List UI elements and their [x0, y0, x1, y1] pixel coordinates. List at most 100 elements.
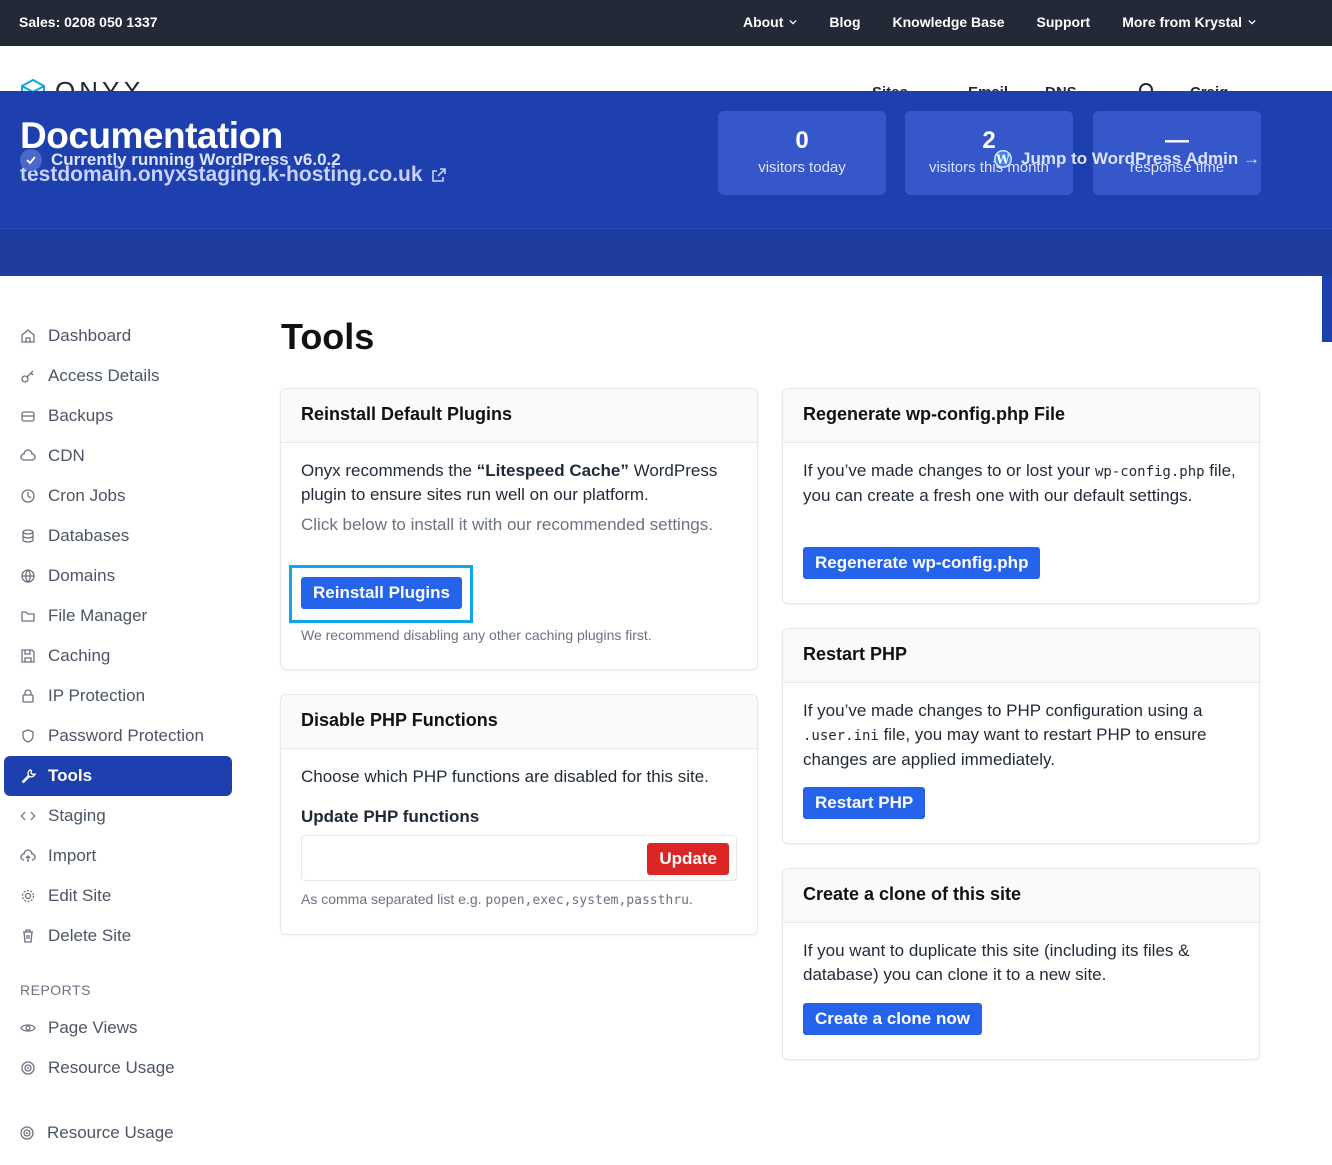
- sidebar-item-label: Import: [48, 846, 97, 865]
- chevron-down-icon: [789, 19, 798, 25]
- php-functions-field: Update: [301, 835, 737, 881]
- trash-icon: [23, 929, 33, 943]
- hint-code: popen,exec,system,passthru: [485, 893, 689, 908]
- eye-icon: [20, 1024, 36, 1032]
- reinstall-text-pre: Onyx recommends the: [301, 461, 477, 480]
- sidebar-item-label: Backups: [48, 406, 114, 425]
- sidebar-item-dashboard[interactable]: Dashboard: [4, 316, 232, 356]
- stat-value: 0: [795, 127, 809, 154]
- stat-visitors-today: 0 visitors today: [718, 111, 886, 195]
- php-functions-description: Choose which PHP functions are disabled …: [301, 767, 709, 786]
- sidebar-item-label: Resource Usage: [47, 1123, 174, 1142]
- update-php-functions-button[interactable]: Update: [647, 843, 729, 875]
- sidebar-item-label: Cron Jobs: [48, 486, 126, 505]
- wrench-icon: [21, 769, 36, 784]
- folder-icon: [21, 611, 35, 622]
- reinstall-description: Onyx recommends the “Litespeed Cache” Wo…: [301, 459, 737, 507]
- gear-icon: [21, 889, 35, 903]
- card-body: Choose which PHP functions are disabled …: [281, 749, 757, 829]
- code-icon: [20, 811, 36, 821]
- svg-text:W: W: [995, 153, 1010, 167]
- sidebar-item-label: File Manager: [48, 606, 148, 625]
- sidebar-item-resource-usage[interactable]: Resource Usage: [4, 1048, 232, 1088]
- nav-support[interactable]: Support: [1037, 14, 1091, 30]
- wpconfig-description: If you’ve made changes to or lost your w…: [803, 459, 1239, 508]
- card-body: Onyx recommends the “Litespeed Cache” Wo…: [281, 443, 757, 537]
- reinstall-plugins-card: Reinstall Default Plugins Onyx recommend…: [280, 388, 758, 670]
- restart-php-button[interactable]: Restart PHP: [803, 787, 926, 819]
- site-hero: Documentation testdomain.onyxstaging.k-h…: [0, 91, 1332, 276]
- database-icon: [22, 529, 34, 543]
- globe-icon: [21, 569, 35, 583]
- nav-knowledge-base[interactable]: Knowledge Base: [893, 14, 1005, 30]
- wordpress-admin-link[interactable]: W Jump to WordPress Admin →: [993, 149, 1260, 169]
- create-clone-button[interactable]: Create a clone now: [803, 1003, 982, 1035]
- check-icon: [20, 149, 42, 171]
- sidebar-item-import[interactable]: Import: [4, 836, 232, 876]
- sidebar-item-label: Databases: [48, 526, 130, 545]
- nav-about[interactable]: About: [742, 14, 798, 30]
- chevron-down-icon: [1248, 19, 1256, 25]
- scrollbar-thumb[interactable]: [1322, 276, 1332, 342]
- wordpress-admin-label: Jump to WordPress Admin →: [1021, 149, 1260, 168]
- sales-phone[interactable]: Sales: 0208 050 1337: [19, 14, 158, 30]
- card-title: Restart PHP: [783, 629, 1259, 683]
- sidebar-item-label: Staging: [48, 806, 106, 825]
- reports-header: REPORTS: [20, 982, 91, 998]
- php-functions-label: Update PHP functions: [301, 807, 480, 826]
- wordpress-version-text: Currently running WordPress v6.0.2: [51, 150, 341, 169]
- restart-php-card: Restart PHP If you’ve made changes to PH…: [782, 628, 1260, 844]
- nav-blog[interactable]: Blog: [829, 14, 860, 30]
- disable-php-functions-card: Disable PHP Functions Choose which PHP f…: [280, 694, 758, 935]
- sidebar-item-label: Tools: [48, 766, 93, 785]
- sidebar-item-edit-site[interactable]: Edit Site: [4, 876, 232, 916]
- stat-label: visitors today: [758, 159, 846, 176]
- sidebar-item-label: IP Protection: [48, 686, 146, 705]
- nav-more-label: More from Krystal: [1122, 14, 1242, 30]
- wpconfig-text-pre: If you’ve made changes to or lost your: [803, 461, 1095, 480]
- external-link-icon: [431, 168, 446, 182]
- reinstall-note: We recommend disabling any other caching…: [301, 627, 652, 643]
- home-icon: [21, 329, 35, 343]
- sidebar-item-password-protection[interactable]: Password Protection: [4, 716, 232, 756]
- hint-text-pre: As comma separated list e.g.: [301, 891, 486, 907]
- sidebar-item-cron-jobs[interactable]: Cron Jobs: [4, 476, 232, 516]
- nav-more-from-krystal[interactable]: More from Krystal: [1122, 14, 1256, 30]
- clone-description: If you want to duplicate this site (incl…: [803, 941, 1190, 984]
- shield-icon: [22, 729, 34, 743]
- card-title: Regenerate wp-config.php File: [783, 389, 1259, 443]
- sidebar-item-file-manager[interactable]: File Manager: [4, 596, 232, 636]
- clone-site-card: Create a clone of this site If you want …: [782, 868, 1260, 1060]
- sidebar-item-resource-usage-duplicate[interactable]: Resource Usage: [3, 1113, 231, 1153]
- archive-icon: [21, 411, 35, 422]
- hint-text-post: .: [688, 891, 693, 907]
- sidebar-item-page-views[interactable]: Page Views: [4, 1008, 232, 1048]
- sidebar-item-ip-protection[interactable]: IP Protection: [4, 676, 232, 716]
- wordpress-version-status: Currently running WordPress v6.0.2: [20, 149, 341, 171]
- lock-icon: [22, 689, 34, 703]
- sidebar-item-domains[interactable]: Domains: [4, 556, 232, 596]
- target-icon: [21, 1061, 35, 1075]
- regenerate-wpconfig-card: Regenerate wp-config.php File If you’ve …: [782, 388, 1260, 604]
- sidebar-item-staging[interactable]: Staging: [4, 796, 232, 836]
- sidebar-item-tools[interactable]: Tools: [4, 756, 232, 796]
- card-title: Create a clone of this site: [783, 869, 1259, 923]
- sidebar-item-caching[interactable]: Caching: [4, 636, 232, 676]
- sidebar-item-cdn[interactable]: CDN: [4, 436, 232, 476]
- restart-text-pre: If you’ve made changes to PHP configurat…: [803, 701, 1203, 720]
- sub-nav: [0, 46, 1332, 92]
- hero-status-bar: [0, 228, 1332, 276]
- sidebar-item-label: Edit Site: [48, 886, 112, 905]
- sidebar-item-databases[interactable]: Databases: [4, 516, 232, 556]
- page-title: Tools: [281, 316, 375, 357]
- sidebar-item-label: CDN: [48, 446, 85, 465]
- sidebar-item-label: Resource Usage: [48, 1058, 175, 1077]
- sidebar-item-backups[interactable]: Backups: [4, 396, 232, 436]
- nav-about-label: About: [742, 14, 784, 30]
- sidebar-item-access-details[interactable]: Access Details: [4, 356, 232, 396]
- sidebar-item-label: Page Views: [48, 1018, 138, 1037]
- sidebar-item-delete-site[interactable]: Delete Site: [4, 916, 232, 956]
- regenerate-wpconfig-button[interactable]: Regenerate wp-config.php: [803, 547, 1041, 579]
- sidebar-item-label: Access Details: [48, 366, 160, 385]
- card-body: If you’ve made changes to PHP configurat…: [783, 683, 1259, 772]
